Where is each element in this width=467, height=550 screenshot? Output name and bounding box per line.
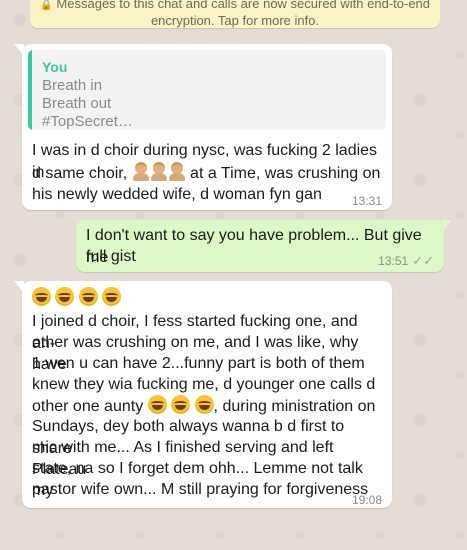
bubble-tail [14, 281, 24, 293]
person-emoji-icon [168, 162, 186, 181]
message-line: other one aunty , during ministration on [32, 395, 382, 418]
message-text-fragment: at a Time, was crushing on [185, 165, 381, 182]
quote-line: Breath out [42, 95, 112, 112]
message-text-fragment: other one aunty [32, 398, 148, 415]
message-time: 13:51 [378, 254, 409, 268]
laughing-emoji-icon [32, 287, 51, 306]
message-line: pastor wife own... M still praying for f… [32, 481, 369, 498]
notice-line-2: encryption. Tap for more info. [150, 13, 320, 28]
message-text-fragment: d same choir, [32, 165, 132, 182]
person-emoji-icon [150, 162, 168, 181]
message-line: knew they wia fucking me, d younger one … [32, 376, 376, 393]
laughing-emoji-icon [102, 287, 122, 306]
laughing-emoji-icon [194, 395, 214, 414]
message-time: 19:08 [351, 493, 382, 507]
encryption-notice[interactable]: 🔒 Messages to this chat and calls are now… [30, 0, 440, 28]
message-line: 1 wen u can have 2...funny part is both … [32, 355, 365, 372]
laughing-emoji-icon [78, 287, 98, 306]
quote-line: Breath in [42, 77, 103, 94]
quote-line: #TopSecret… [42, 113, 133, 130]
quoted-message[interactable]: You Breath in Breath out #TopSecret… [28, 50, 386, 130]
lock-icon: 🔒 [39, 0, 53, 11]
message-meta: 13:51 ✓✓ [378, 250, 434, 272]
laughing-emoji-icon [171, 395, 191, 414]
message-line: his newly wedded wife, d woman fyn gan [32, 186, 322, 203]
quote-author: You [42, 59, 68, 75]
message-text-fragment: , during ministration on [213, 398, 376, 415]
laughing-emoji-icon [55, 287, 75, 306]
message-line: d same choir, at a Time, was crushing on [32, 162, 382, 185]
quote-accent-bar [28, 50, 32, 130]
person-emoji-icon [132, 162, 150, 181]
emoji-row [32, 287, 382, 310]
bubble-tail [14, 44, 24, 56]
notice-line-1: Messages to this chat and calls are now … [56, 0, 431, 11]
laughing-emoji-icon [147, 395, 167, 414]
message-bubble[interactable]: You Breath in Breath out #TopSecret… I w… [14, 44, 392, 210]
bubble-tail [442, 220, 452, 232]
message-bubble[interactable]: I joined d choir, I fess started fucking… [14, 281, 392, 508]
message-bubble[interactable]: I don't want to say you have problem... … [76, 220, 452, 272]
double-check-icon: ✓✓ [412, 253, 434, 268]
message-time: 13:31 [351, 194, 382, 208]
